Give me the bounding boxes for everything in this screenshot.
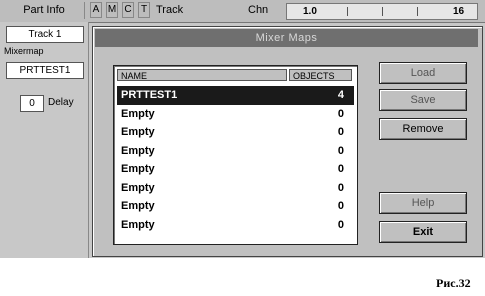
dialog-title: Mixer Maps xyxy=(95,29,478,47)
part-info-label: Part Info xyxy=(4,2,85,19)
item-objects: 0 xyxy=(337,163,344,175)
item-objects: 0 xyxy=(337,181,344,194)
app-window: Part Info A M C T Track Chn 1.0 16 Track… xyxy=(0,0,485,258)
mixer-maps-list[interactable]: NAME OBJECTS PRTTEST1 4 Empty 0 Empty 0 … xyxy=(113,65,358,245)
list-item[interactable]: Empty 0 xyxy=(117,142,354,161)
column-header-objects[interactable]: OBJECTS xyxy=(289,69,352,81)
item-name: Empty xyxy=(121,107,155,120)
figure-caption: Рис.32 xyxy=(436,276,471,290)
save-button[interactable]: Save xyxy=(379,89,467,111)
item-name: PRTTEST1 xyxy=(121,89,178,101)
ruler-mark-start: 1.0 xyxy=(303,6,317,17)
mixer-maps-dialog: Mixer Maps NAME OBJECTS PRTTEST1 4 Empty… xyxy=(92,26,483,257)
list-item[interactable]: Empty 0 xyxy=(117,179,354,198)
delay-field[interactable]: 0 xyxy=(20,95,44,112)
list-item[interactable]: Empty 0 xyxy=(117,123,354,142)
flag-a[interactable]: A xyxy=(90,2,102,18)
list-header: NAME OBJECTS xyxy=(117,69,354,82)
load-button[interactable]: Load xyxy=(379,62,467,84)
track-flags: A M C T xyxy=(90,2,150,19)
ruler-tick xyxy=(382,7,383,16)
flag-t[interactable]: T xyxy=(138,2,150,18)
top-bar: Part Info A M C T Track Chn 1.0 16 xyxy=(0,0,485,23)
item-name: Empty xyxy=(121,218,155,231)
list-item[interactable]: Empty 0 xyxy=(117,216,354,235)
track-column-label: Track xyxy=(156,4,184,16)
mixermap-label: Mixermap xyxy=(4,46,44,56)
item-name: Empty xyxy=(121,163,155,175)
delay-label: Delay xyxy=(48,97,74,108)
list-item[interactable]: Empty 0 xyxy=(117,105,354,124)
help-button[interactable]: Help xyxy=(379,192,467,214)
exit-button[interactable]: Exit xyxy=(379,221,467,243)
item-name: Empty xyxy=(121,200,155,212)
ruler-tick xyxy=(347,7,348,16)
item-objects: 0 xyxy=(337,107,344,120)
channel-column-label: Chn xyxy=(248,4,269,16)
item-objects: 4 xyxy=(337,89,344,101)
mixermap-field[interactable]: PRTTEST1 xyxy=(6,62,84,79)
part-info-panel: Track 1 Mixermap PRTTEST1 0 Delay xyxy=(0,22,89,258)
remove-button[interactable]: Remove xyxy=(379,118,467,140)
flag-m[interactable]: M xyxy=(106,2,118,18)
list-rows: PRTTEST1 4 Empty 0 Empty 0 Empty 0 Empty xyxy=(117,86,354,234)
column-header-name[interactable]: NAME xyxy=(117,69,287,81)
item-objects: 0 xyxy=(337,144,344,157)
flag-c[interactable]: C xyxy=(122,2,134,18)
list-item[interactable]: PRTTEST1 4 xyxy=(117,86,354,105)
track-name-field[interactable]: Track 1 xyxy=(6,26,84,43)
item-objects: 0 xyxy=(337,200,344,212)
list-item[interactable]: Empty 0 xyxy=(117,197,354,216)
ruler-tick xyxy=(417,7,418,16)
item-name: Empty xyxy=(121,181,155,194)
item-name: Empty xyxy=(121,126,155,138)
list-item[interactable]: Empty 0 xyxy=(117,160,354,179)
timeline-ruler[interactable]: 1.0 16 xyxy=(286,3,478,20)
item-objects: 0 xyxy=(337,218,344,231)
item-name: Empty xyxy=(121,144,155,157)
ruler-mark-end: 16 xyxy=(453,6,465,17)
item-objects: 0 xyxy=(337,126,344,138)
